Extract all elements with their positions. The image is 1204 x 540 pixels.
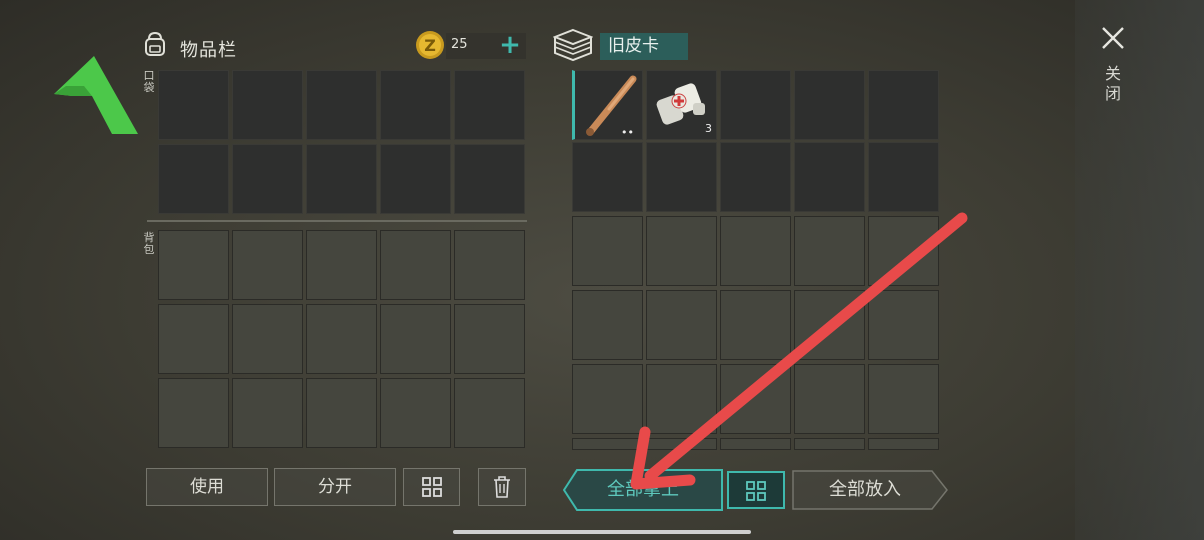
loot-slot[interactable] (794, 290, 865, 360)
loot-slot[interactable] (720, 438, 791, 450)
loot-slot[interactable] (572, 142, 643, 212)
backpack-slot[interactable] (306, 304, 377, 374)
section-divider (147, 220, 527, 222)
pocket-slot[interactable] (158, 70, 229, 140)
backpack-slot[interactable] (454, 304, 525, 374)
pocket-slot[interactable] (380, 70, 451, 140)
home-indicator (453, 530, 751, 534)
loot-slot[interactable] (794, 438, 865, 450)
loot-slot[interactable] (720, 290, 791, 360)
pocket-slot[interactable] (454, 70, 525, 140)
backpack-label: 背包 (143, 231, 155, 256)
backpack-slot[interactable] (306, 378, 377, 448)
sort-grid-icon (746, 481, 766, 501)
loot-slot[interactable] (868, 142, 939, 212)
loot-slot[interactable] (572, 364, 643, 434)
split-button[interactable]: 分开 (274, 468, 396, 506)
loot-slot[interactable] (720, 142, 791, 212)
loot-slot[interactable] (794, 364, 865, 434)
loot-slot[interactable] (646, 438, 717, 450)
pocket-slot[interactable] (158, 144, 229, 214)
loot-slot[interactable] (572, 216, 643, 286)
loot-slot[interactable] (868, 216, 939, 286)
close-label[interactable]: 关闭 (1104, 64, 1122, 104)
loot-slot[interactable] (572, 290, 643, 360)
loot-slot[interactable] (868, 364, 939, 434)
pocket-slot[interactable] (306, 144, 377, 214)
backpack-icon (145, 31, 165, 56)
close-icon[interactable] (1099, 24, 1127, 52)
loot-slot[interactable] (646, 216, 717, 286)
take-all-label[interactable]: 全部拿上 (563, 469, 723, 511)
pocket-slot[interactable] (380, 144, 451, 214)
loot-slot-selected[interactable]: •• (572, 70, 643, 140)
backpack-slot[interactable] (306, 230, 377, 300)
svg-text:Z: Z (424, 36, 436, 55)
loot-slot[interactable] (646, 142, 717, 212)
discard-button[interactable] (478, 468, 526, 506)
loot-slot[interactable]: 3 (646, 70, 717, 140)
loot-slot[interactable] (720, 216, 791, 286)
item-count: 3 (705, 122, 712, 135)
loot-slot[interactable] (720, 364, 791, 434)
sort-grid-icon (421, 477, 442, 497)
pocket-slot[interactable] (232, 144, 303, 214)
add-currency-button[interactable]: + (496, 30, 524, 60)
container-stack-icon (553, 28, 593, 62)
use-button[interactable]: 使用 (146, 468, 268, 506)
loot-slot[interactable] (794, 216, 865, 286)
loot-slot[interactable] (794, 142, 865, 212)
right-panel-shade (1075, 0, 1204, 540)
loot-slot[interactable] (868, 290, 939, 360)
pocket-slot[interactable] (306, 70, 377, 140)
game-logo-icon (54, 56, 138, 134)
pocket-slot[interactable] (232, 70, 303, 140)
put-all-label[interactable]: 全部放入 (792, 470, 938, 510)
trash-icon (494, 476, 510, 498)
loot-slot[interactable] (794, 70, 865, 140)
loot-slot[interactable] (868, 438, 939, 450)
loot-slot[interactable] (572, 438, 643, 450)
backpack-slot[interactable] (158, 378, 229, 448)
backpack-slot[interactable] (454, 378, 525, 448)
loot-slot[interactable] (868, 70, 939, 140)
container-name: 旧皮卡 (600, 33, 688, 60)
loot-slot[interactable] (646, 290, 717, 360)
backpack-slot[interactable] (380, 230, 451, 300)
backpack-slot[interactable] (158, 304, 229, 374)
currency-amount: 25 (451, 37, 468, 52)
item-durability: •• (621, 126, 634, 139)
pocket-label: 口袋 (143, 69, 155, 94)
loot-slot[interactable] (720, 70, 791, 140)
backpack-slot[interactable] (380, 378, 451, 448)
sort-inventory-button[interactable] (403, 468, 460, 506)
loot-slot[interactable] (646, 364, 717, 434)
backpack-slot[interactable] (158, 230, 229, 300)
sort-container-button[interactable] (727, 471, 785, 509)
backpack-slot[interactable] (232, 230, 303, 300)
backpack-slot[interactable] (380, 304, 451, 374)
backpack-slot[interactable] (232, 378, 303, 448)
pocket-slot[interactable] (454, 144, 525, 214)
coin-icon: Z (416, 31, 444, 59)
backpack-slot[interactable] (454, 230, 525, 300)
backpack-slot[interactable] (232, 304, 303, 374)
bandage-icon (656, 83, 705, 125)
inventory-title: 物品栏 (180, 40, 237, 61)
